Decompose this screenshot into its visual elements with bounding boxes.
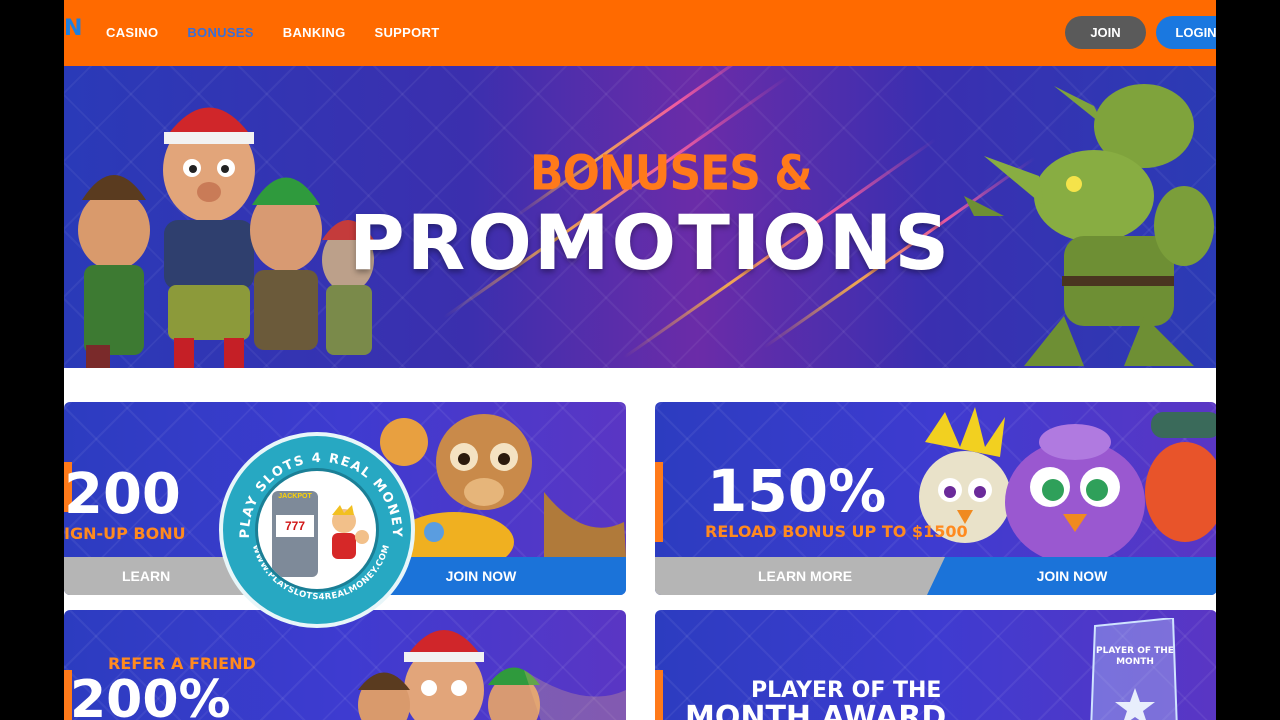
offer-description: IGN-UP BONU — [64, 524, 186, 543]
join-button[interactable]: JOIN — [1065, 16, 1146, 49]
login-button[interactable]: LOGIN — [1156, 16, 1216, 49]
nav-link-banking[interactable]: BANKING — [283, 25, 346, 40]
main-nav: CASINO BONUSES BANKING SUPPORT — [106, 25, 439, 40]
card-actions: LEARN MORE JOIN NOW — [655, 557, 1216, 595]
offer-accent-bar — [655, 670, 663, 720]
watermark-badge: PLAY SLOTS 4 REAL MONEY WWW.PLAYSLOTS4RE… — [219, 432, 415, 628]
jackpot-label: JACKPOT — [278, 493, 312, 500]
trophy-label: PLAYER OF THE MONTH — [1096, 646, 1174, 667]
browser-viewport: N CASINO BONUSES BANKING SUPPORT JOIN LO… — [64, 0, 1216, 720]
top-navigation-bar: N CASINO BONUSES BANKING SUPPORT JOIN LO… — [64, 0, 1216, 66]
promo-card-player-of-month: PLAYER OF THE MONTH AWARD PLAYER OF THE … — [655, 610, 1216, 720]
offer-title-line2: MONTH AWARD — [685, 700, 947, 720]
hero-title: PROMOTIONS — [349, 198, 952, 287]
nav-link-support[interactable]: SUPPORT — [375, 25, 440, 40]
offer-amount: 200% — [70, 670, 231, 720]
learn-more-button[interactable]: LEARN MORE — [655, 557, 955, 595]
trophy-illustration — [1090, 618, 1178, 720]
offer-accent-bar — [655, 462, 663, 542]
goblin-characters-illustration — [964, 84, 1214, 366]
offer-description: RELOAD BONUS UP TO $1500 — [705, 522, 968, 541]
nav-link-bonuses[interactable]: BONUSES — [187, 25, 253, 40]
watermark-emblem: JACKPOT 777 — [255, 468, 379, 592]
join-now-button[interactable]: JOIN NOW — [927, 557, 1216, 595]
site-logo[interactable]: N — [64, 16, 82, 46]
mascot-icon — [332, 505, 369, 559]
promo-card-reload: 150% RELOAD BONUS UP TO $1500 LEARN MORE… — [655, 402, 1216, 595]
offer-amount: 150% — [707, 457, 887, 525]
hero-banner: BONUSES & PROMOTIONS — [64, 66, 1216, 368]
offer-amount: 200 — [64, 462, 181, 527]
nav-link-casino[interactable]: CASINO — [106, 25, 158, 40]
slot-reels: 777 — [276, 515, 314, 537]
hero-subtitle: BONUSES & — [530, 145, 813, 202]
